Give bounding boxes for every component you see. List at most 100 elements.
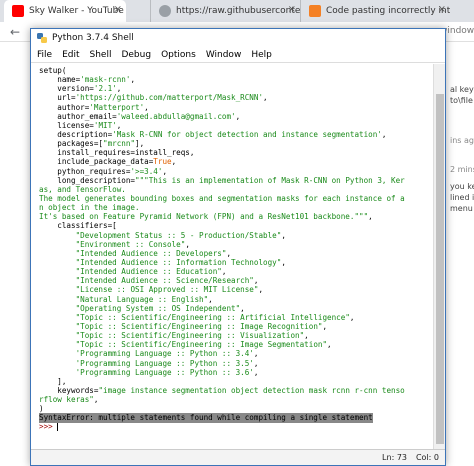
code-token: version= <box>39 84 94 94</box>
code-token: """This is an implementation of Mask R-C… <box>135 175 405 185</box>
code-token: python_requires= <box>39 166 131 176</box>
menu-debug[interactable]: Debug <box>121 50 151 60</box>
code-token: install_requires=install_reqs, <box>39 148 195 158</box>
code-token: ], <box>135 139 145 149</box>
code-token: , <box>93 395 99 405</box>
behind-text-6: lined in <box>450 193 474 202</box>
shell-line: rflow keras", <box>39 395 435 404</box>
shell-line: >>> <box>39 422 435 432</box>
title-bar[interactable]: Python 3.7.4 Shell <box>31 29 445 47</box>
menu-bar: File Edit Shell Debug Options Window Hel… <box>31 47 445 63</box>
code-token: 'Programming Language :: Python :: 3.4' <box>75 349 254 359</box>
shell-line: "Topic :: Scientific/Engineering :: Imag… <box>39 322 435 331</box>
code-token: keywords= <box>39 385 99 395</box>
code-token: "Intended Audience :: Education" <box>75 267 222 277</box>
code-token: "Topic :: Scientific/Engineering :: Imag… <box>75 340 328 350</box>
window-title: Python 3.7.4 Shell <box>52 33 134 43</box>
shell-line: "Intended Audience :: Information Techno… <box>39 258 435 267</box>
shell-line: "Intended Audience :: Education", <box>39 267 435 276</box>
code-token: The model generates bounding boxes and s… <box>39 193 405 203</box>
menu-shell[interactable]: Shell <box>90 50 112 60</box>
code-token: 'Matterport' <box>89 102 145 112</box>
code-token: It's based on Feature Pyramid Network (F… <box>39 212 369 222</box>
code-token: , <box>240 303 245 313</box>
code-token: "Topic :: Scientific/Engineering :: Imag… <box>75 321 323 331</box>
code-token: "Intended Audience :: Information Techno… <box>75 257 282 267</box>
shell-line: name='mask-rcnn', <box>39 75 435 84</box>
menu-help[interactable]: Help <box>251 50 272 60</box>
close-tab-icon[interactable]: × <box>438 4 446 15</box>
shell-line: 'Programming Language :: Python :: 3.6', <box>39 368 435 377</box>
menu-window[interactable]: Window <box>206 50 242 60</box>
close-tab-icon[interactable]: × <box>288 4 296 15</box>
error-message: SyntaxError: multiple statements found w… <box>39 413 373 423</box>
code-token: , <box>208 294 213 304</box>
behind-text-1: al keywo <box>450 85 474 94</box>
column-number: Col: 0 <box>415 453 439 462</box>
close-tab-icon[interactable]: × <box>114 4 122 15</box>
browser-tab-github-raw[interactable]: https://raw.githubusercontent.co × <box>150 0 300 22</box>
vertical-scrollbar[interactable] <box>433 64 445 451</box>
code-token: True <box>153 157 172 167</box>
code-token: n object in the image. <box>39 203 140 213</box>
code-token: "License :: OSI Approved :: MIT License" <box>75 285 259 295</box>
code-token: , <box>116 120 122 130</box>
behind-text-2: to\file <box>450 96 473 105</box>
code-token: include_package_data= <box>39 157 154 167</box>
code-token: , <box>253 367 259 377</box>
shell-line: python_requires='>=3.4', <box>39 167 435 176</box>
scrollbar-thumb[interactable] <box>436 94 444 444</box>
code-token: 'MIT' <box>93 120 117 130</box>
code-token: , <box>281 230 286 240</box>
back-arrow-icon[interactable]: ← <box>10 25 20 39</box>
code-token: , <box>221 267 227 277</box>
code-token: license= <box>39 120 94 130</box>
shell-line: SyntaxError: multiple statements found w… <box>39 413 435 423</box>
shell-line: 'Programming Language :: Python :: 3.5', <box>39 359 435 368</box>
menu-edit[interactable]: Edit <box>62 50 79 60</box>
code-token: 'Programming Language :: Python :: 3.6' <box>75 367 254 377</box>
menu-file[interactable]: File <box>37 50 52 60</box>
globe-icon <box>159 5 171 17</box>
shell-text-area[interactable]: setup( name='mask-rcnn', version='2.1', … <box>31 64 435 451</box>
shell-line: "Intended Audience :: Science/Research", <box>39 276 435 285</box>
code-token: , <box>258 285 264 295</box>
browser-tab-youtube[interactable]: Sky Walker - YouTube × <box>4 0 126 22</box>
code-token: packages=[ <box>39 139 104 149</box>
shell-line: ) <box>39 404 435 413</box>
line-number: Ln: 73 <box>382 453 407 462</box>
shell-line: "Topic :: Scientific/Engineering :: Visu… <box>39 331 435 340</box>
shell-line: as, and TensorFlow. <box>39 185 435 194</box>
code-token: author_email= <box>39 111 117 121</box>
code-token: , <box>171 157 177 167</box>
menu-options[interactable]: Options <box>161 50 196 60</box>
shell-line: setup( <box>39 66 435 75</box>
shell-line: "Development Status :: 5 - Production/St… <box>39 231 435 240</box>
code-token: , <box>368 212 373 222</box>
shell-line: n object in the image. <box>39 203 435 212</box>
code-token: , <box>226 248 232 258</box>
shell-line: 'Programming Language :: Python :: 3.4', <box>39 349 435 358</box>
code-token: classifiers=[ <box>39 221 117 231</box>
browser-tab-stackoverflow[interactable]: Code pasting incorrectly into Py × <box>300 0 450 22</box>
code-token: "Topic :: Scientific/Engineering :: Visu… <box>75 331 305 341</box>
code-token: author= <box>39 102 90 112</box>
code-token: description= <box>39 129 113 139</box>
shell-line: It's based on Feature Pyramid Network (F… <box>39 212 435 221</box>
text-cursor <box>57 423 59 432</box>
shell-line: "Topic :: Scientific/Engineering :: Imag… <box>39 340 435 349</box>
code-token: , <box>322 321 328 331</box>
code-token: "Intended Audience :: Developers" <box>75 248 227 258</box>
shell-prompt: >>> <box>39 422 58 432</box>
shell-line: long_description="""This is an implement… <box>39 176 435 185</box>
shell-line: "Operating System :: OS Independent", <box>39 304 435 313</box>
code-token: "Development Status :: 5 - Production/St… <box>75 230 282 240</box>
code-token: long_description= <box>39 175 136 185</box>
code-token: ) <box>39 404 44 414</box>
